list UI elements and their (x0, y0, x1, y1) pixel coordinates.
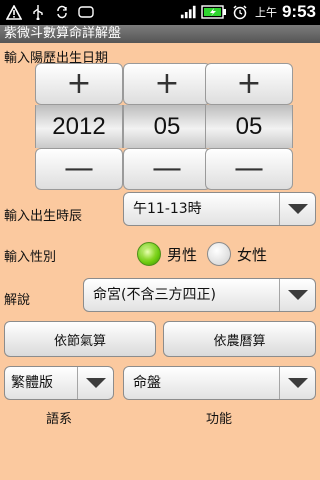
usb-icon (30, 4, 46, 20)
radio-male[interactable] (137, 242, 161, 266)
month-increment-button[interactable]: + (123, 63, 211, 105)
explain-dropdown[interactable]: 命宮(不含三方四正) (83, 278, 316, 312)
day-increment-button[interactable]: + (205, 63, 293, 105)
minus-icon: — (64, 151, 94, 186)
day-picker: + 05 — (205, 63, 293, 191)
year-picker: + 2012 — (35, 63, 123, 191)
birth-time-value: 午11-13時 (133, 201, 202, 217)
app-title: 紫微斗數算命詳解盤 (0, 25, 320, 43)
battery-icon (201, 4, 227, 20)
chevron-down-icon (279, 367, 315, 399)
birth-time-label: 輸入出生時辰 (4, 209, 83, 224)
radio-male-label[interactable]: 男性 (167, 244, 197, 265)
calc-by-solar-term-button[interactable]: 依節氣算 (4, 321, 156, 357)
month-decrement-button[interactable]: — (123, 148, 211, 190)
sync-icon (54, 4, 70, 20)
language-value: 繁體版 (11, 375, 53, 391)
language-caption: 語系 (46, 412, 73, 427)
function-value: 命盤 (133, 375, 161, 391)
year-increment-button[interactable]: + (35, 63, 123, 105)
explain-label: 解說 (4, 293, 31, 308)
clock-time: 9:53 (281, 2, 316, 21)
signal-icon (180, 4, 196, 20)
chevron-down-icon (279, 193, 315, 225)
day-value[interactable]: 05 (205, 105, 293, 148)
birth-time-dropdown[interactable]: 午11-13時 (123, 192, 316, 226)
alarm-icon (232, 4, 248, 20)
minus-icon: — (234, 151, 264, 186)
calc-by-lunar-button[interactable]: 依農曆算 (163, 321, 316, 357)
gender-label: 輸入性別 (4, 250, 57, 265)
plus-icon: + (66, 66, 92, 101)
warning-icon (6, 4, 22, 20)
chevron-down-icon (77, 367, 113, 399)
plus-icon: + (154, 66, 180, 101)
function-caption: 功能 (206, 412, 233, 427)
plus-icon: + (236, 66, 262, 101)
explain-value: 命宮(不含三方四正) (93, 287, 216, 303)
year-decrement-button[interactable]: — (35, 148, 123, 190)
chevron-down-icon (279, 279, 315, 311)
radio-female-label[interactable]: 女性 (237, 244, 267, 265)
day-decrement-button[interactable]: — (205, 148, 293, 190)
status-bar: 上午 9:53 (0, 0, 320, 25)
language-dropdown[interactable]: 繁體版 (4, 366, 114, 400)
screenshot-icon (78, 4, 94, 20)
year-value[interactable]: 2012 (35, 105, 123, 148)
minus-icon: — (152, 151, 182, 186)
function-dropdown[interactable]: 命盤 (123, 366, 316, 400)
clock-ampm: 上午 (254, 6, 277, 19)
month-value[interactable]: 05 (123, 105, 211, 148)
month-picker: + 05 — (123, 63, 211, 191)
radio-female[interactable] (207, 242, 231, 266)
